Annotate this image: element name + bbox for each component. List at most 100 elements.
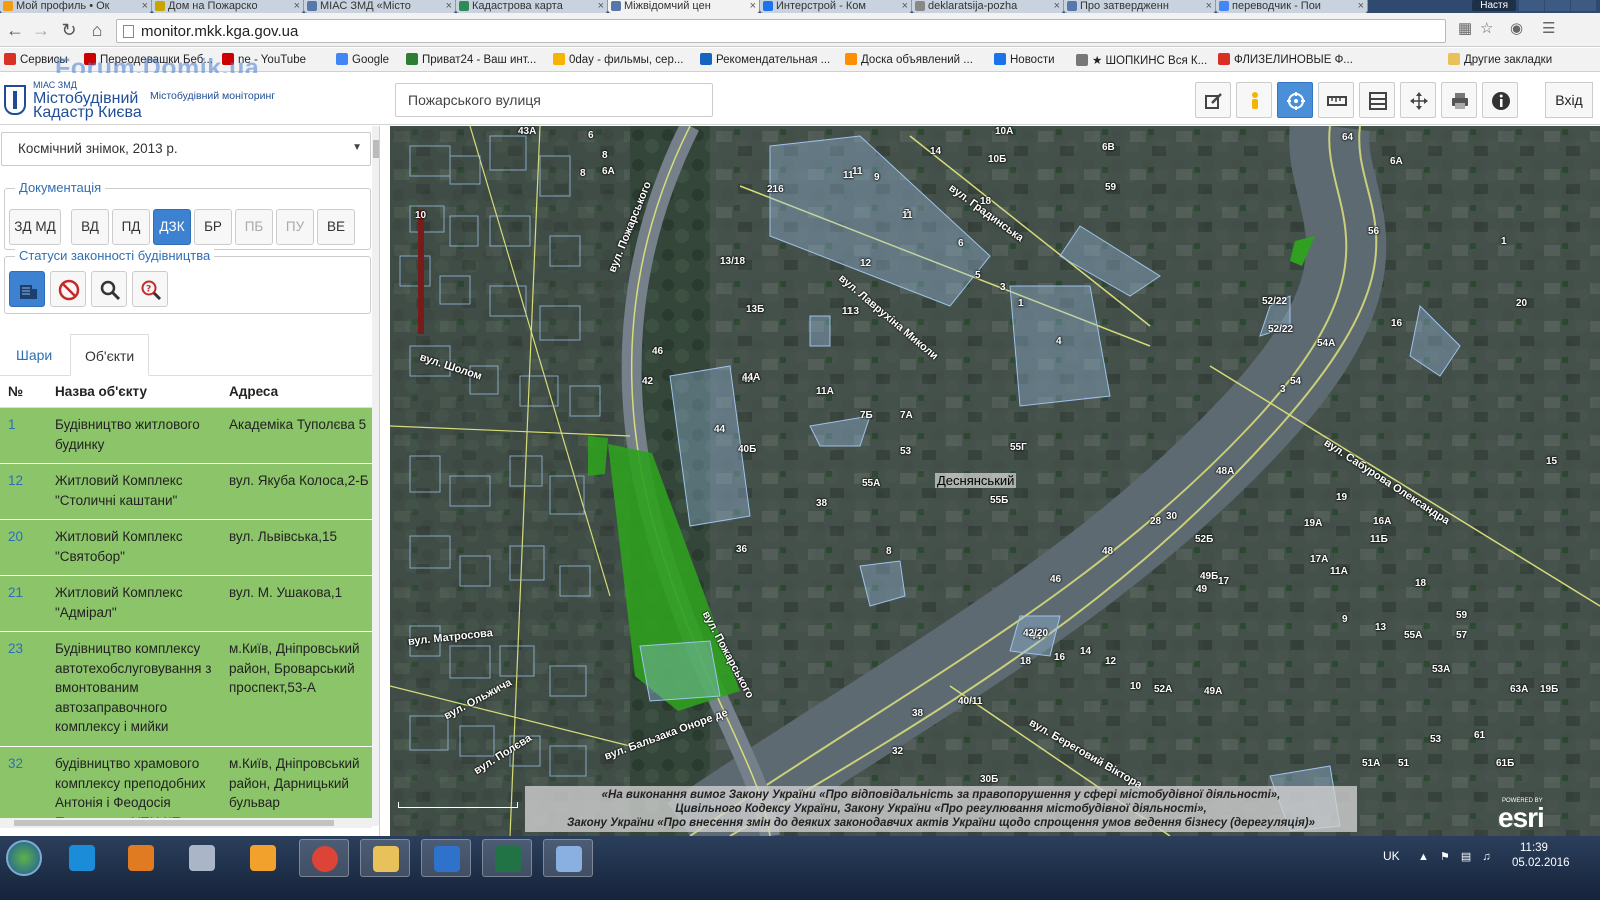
identify-tool-button[interactable] <box>1277 82 1313 118</box>
status-unknown-button[interactable]: ? <box>132 271 168 307</box>
measure-tool-button[interactable] <box>1318 82 1354 118</box>
bookmark-label: Google <box>352 54 390 66</box>
doc-btn-pd[interactable]: ПД <box>112 209 150 245</box>
window-user-badge[interactable]: Настя <box>1472 0 1516 11</box>
chevron-down-icon: ▼ <box>352 142 362 153</box>
status-legal-button[interactable] <box>9 271 45 307</box>
maximize-button[interactable] <box>1545 0 1570 11</box>
close-window-button[interactable] <box>1571 0 1596 11</box>
doc-btn-br[interactable]: БР <box>194 209 232 245</box>
clock-date[interactable]: 05.02.2016 <box>1512 857 1570 869</box>
col-header-address[interactable]: Адреса <box>229 384 278 399</box>
bookmark-item[interactable]: Приват24 - Ваш инт... <box>406 53 536 66</box>
tab-layers[interactable]: Шари <box>2 334 66 376</box>
tab-close-icon[interactable]: × <box>750 0 756 12</box>
bookmark-item[interactable]: Рекомендательная ... <box>700 53 830 66</box>
login-button[interactable]: Вхід <box>1545 82 1593 118</box>
tab-close-icon[interactable]: × <box>142 0 148 12</box>
table-row[interactable]: 20 Житловий Комплекс "Святобор" вул. Льв… <box>0 520 372 576</box>
taskbar-media-player-icon[interactable] <box>116 839 166 877</box>
bookmark-item[interactable]: Google <box>336 53 389 66</box>
fullscreen-tool-button[interactable] <box>1400 82 1436 118</box>
address-search-input[interactable] <box>395 83 713 117</box>
browser-tab[interactable]: Дом на Пожарско × <box>152 0 304 13</box>
doc-btn-vd[interactable]: ВД <box>71 209 109 245</box>
bookmark-item[interactable]: ★ ШОПКИНС Вся К... <box>1076 53 1207 67</box>
zoom-slider[interactable] <box>418 210 424 334</box>
address-bar[interactable]: monitor.mkk.kga.gov.ua <box>116 19 1446 43</box>
tab-close-icon[interactable]: × <box>902 0 908 12</box>
panel-vertical-scrollbar[interactable] <box>372 126 379 826</box>
back-icon[interactable]: ← <box>4 19 26 41</box>
tab-close-icon[interactable]: × <box>446 0 452 12</box>
tab-close-icon[interactable]: × <box>1054 0 1060 12</box>
row-address: м.Київ, Дніпровський район, Дарницький б… <box>229 756 360 810</box>
browser-tab[interactable]: Интерстрой - Ком × <box>760 0 912 13</box>
taskbar-chrome-icon[interactable] <box>299 839 349 877</box>
map-view[interactable]: 10 43А 6 8 6А 8 64 6А 10А 6В 56 14 10Б 59 11 9 7 11 6 5 3 1 4 1… <box>390 126 1600 836</box>
status-inspection-button[interactable] <box>91 271 127 307</box>
bookmark-item[interactable]: ФЛИЗЕЛИНОВЫЕ Ф... <box>1218 53 1353 66</box>
layers-tool-button[interactable] <box>1359 82 1395 118</box>
table-row[interactable]: 21 Житловий Комплекс "Адмірал" вул. М. У… <box>0 576 372 632</box>
bookmark-item[interactable]: 0day - фильмы, сер... <box>553 53 683 66</box>
flag-icon[interactable]: ⚑ <box>1440 851 1450 863</box>
browser-tab[interactable]: deklaratsija-pozha × <box>912 0 1064 13</box>
taskbar-app-orange-icon[interactable] <box>238 839 288 877</box>
tab-close-icon[interactable]: × <box>1206 0 1212 12</box>
col-header-name[interactable]: Назва об'єкту <box>55 384 147 399</box>
browser-tab[interactable]: Мой профиль • Ок × <box>0 0 152 13</box>
house-number: 28 <box>1150 516 1162 527</box>
basemap-select[interactable]: Космічний знімок, 2013 р. ▼ <box>1 132 371 166</box>
doc-btn-ve[interactable]: ВЕ <box>317 209 355 245</box>
house-number: 9 <box>1342 614 1348 625</box>
browser-tab[interactable]: МІАС ЗМД «Місто × <box>304 0 456 13</box>
chrome-menu-icon[interactable]: ☰ <box>1542 19 1555 37</box>
taskbar-ie-icon[interactable] <box>57 839 107 877</box>
taskbar-excel-icon[interactable] <box>482 839 532 877</box>
forward-icon[interactable]: → <box>30 19 52 41</box>
language-indicator[interactable]: UK <box>1383 849 1400 863</box>
edit-tool-button[interactable] <box>1195 82 1231 118</box>
bookmark-item[interactable]: Доска объявлений ... <box>845 53 973 66</box>
table-row[interactable]: 23 Будівництво комплексу автотехобслугов… <box>0 632 372 747</box>
start-button-icon[interactable] <box>6 840 42 876</box>
volume-icon[interactable]: ♫ <box>1482 851 1490 863</box>
tab-close-icon[interactable]: × <box>294 0 300 12</box>
bookmark-star-icon[interactable]: ☆ <box>1480 19 1493 37</box>
clock-time[interactable]: 11:39 <box>1520 842 1548 854</box>
tab-close-icon[interactable]: × <box>1358 0 1364 12</box>
browser-tab[interactable]: Про затвердженн × <box>1064 0 1216 13</box>
tab-objects[interactable]: Об'єкти <box>70 334 150 376</box>
status-illegal-button[interactable] <box>50 271 86 307</box>
minimize-button[interactable] <box>1519 0 1544 11</box>
taskbar-lync-icon[interactable] <box>421 839 471 877</box>
panel-horizontal-scrollbar[interactable] <box>0 818 372 828</box>
street-view-button[interactable] <box>1236 82 1272 118</box>
tab-close-icon[interactable]: × <box>598 0 604 12</box>
browser-tab[interactable]: Кадастрова карта × <box>456 0 608 13</box>
table-row[interactable]: 32 будівництво храмового комплексу препо… <box>0 747 372 818</box>
translate-icon[interactable]: ▦ <box>1458 19 1472 37</box>
doc-btn-pb[interactable]: ПБ <box>235 209 273 245</box>
doc-btn-zdmd[interactable]: ЗД МД <box>9 209 61 245</box>
table-row[interactable]: 12 Житловий Комплекс "Столичні каштани" … <box>0 464 372 520</box>
col-header-num[interactable]: № <box>8 384 23 399</box>
other-bookmarks[interactable]: Другие закладки <box>1448 53 1552 66</box>
print-tool-button[interactable] <box>1441 82 1477 118</box>
tray-arrow-icon[interactable]: ▲ <box>1418 851 1429 863</box>
doc-btn-pu[interactable]: ПУ <box>276 209 314 245</box>
extension-icon[interactable]: ◉ <box>1510 19 1523 37</box>
bookmark-item[interactable]: Новости <box>994 53 1055 66</box>
doc-btn-dzk[interactable]: ДЗК <box>153 209 191 245</box>
network-icon[interactable]: ▤ <box>1461 851 1471 863</box>
info-tool-button[interactable] <box>1482 82 1518 118</box>
taskbar-explorer-icon[interactable] <box>360 839 410 877</box>
taskbar-calculator-icon[interactable] <box>177 839 227 877</box>
table-row[interactable]: 1 Будівництво житлового будинку Академік… <box>0 408 372 464</box>
browser-tab[interactable]: Міжвідомчий цен × <box>608 0 760 13</box>
browser-tab[interactable]: переводчик - Пои × <box>1216 0 1368 13</box>
home-icon[interactable]: ⌂ <box>86 19 108 41</box>
taskbar-paint-icon[interactable] <box>543 839 593 877</box>
reload-icon[interactable]: ↻ <box>58 19 80 41</box>
